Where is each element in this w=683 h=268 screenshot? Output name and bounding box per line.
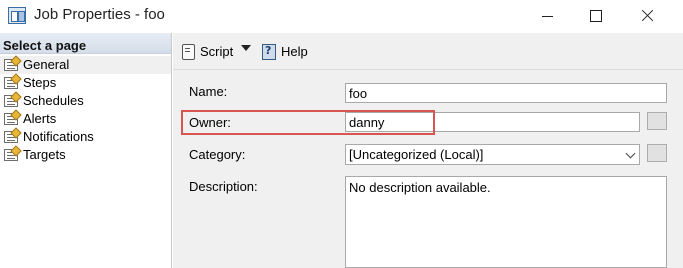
page-item-general[interactable]: General [0,56,171,74]
help-label: Help [281,43,308,59]
window-title: Job Properties - foo [34,6,165,23]
page-item-schedules[interactable]: Schedules [0,92,171,110]
toolbar-divider [173,69,683,70]
description-field[interactable]: No description available. [345,176,667,268]
page-item-notifications[interactable]: Notifications [0,128,171,146]
page-wrench-icon [4,113,18,125]
page-selector-header: Select a page [0,33,171,54]
name-label: Name: [189,84,228,99]
toolbar: Script Help [173,33,683,70]
page-wrench-icon [4,59,18,71]
page-item-label: Alerts [23,111,57,126]
minimize-button[interactable] [524,0,570,32]
category-value: [Uncategorized (Local)] [349,147,484,162]
category-select[interactable]: [Uncategorized (Local)] [345,144,640,165]
page-item-alerts[interactable]: Alerts [0,110,171,128]
page-wrench-icon [4,131,18,143]
page-item-label: Targets [23,147,66,162]
maximize-button[interactable] [572,0,618,32]
script-label: Script [200,43,234,59]
page-item-label: Steps [23,75,57,90]
close-button[interactable] [628,0,674,32]
category-browse-button[interactable] [647,144,667,162]
name-field[interactable]: foo [345,83,667,103]
page-item-label: Notifications [23,129,94,144]
owner-browse-button[interactable] [647,112,667,130]
script-button[interactable]: Script [180,41,233,61]
page-item-label: Schedules [23,93,84,108]
page-list: General Steps Schedules Alerts Notificat… [0,54,171,164]
page-item-steps[interactable]: Steps [0,74,171,92]
help-button[interactable]: Help [261,41,308,61]
page-item-targets[interactable]: Targets [0,146,171,164]
chevron-down-icon[interactable] [625,148,636,159]
page-selector-pane: Select a page General Steps Schedules Al… [0,33,172,268]
page-wrench-icon [4,149,18,161]
owner-highlight-annotation [181,110,435,135]
page-wrench-icon [4,95,18,107]
category-label: Category: [189,147,246,162]
page-wrench-icon [4,77,18,89]
title-bar: Job Properties - foo [0,0,683,33]
app-icon [8,7,26,24]
help-icon [261,43,277,60]
script-dropdown-arrow-icon[interactable] [241,45,251,51]
properties-pane: Script Help Name: foo Owner: danny Categ… [173,33,683,268]
page-item-label: General [23,57,70,72]
script-icon [180,43,196,60]
description-label: Description: [189,179,258,194]
